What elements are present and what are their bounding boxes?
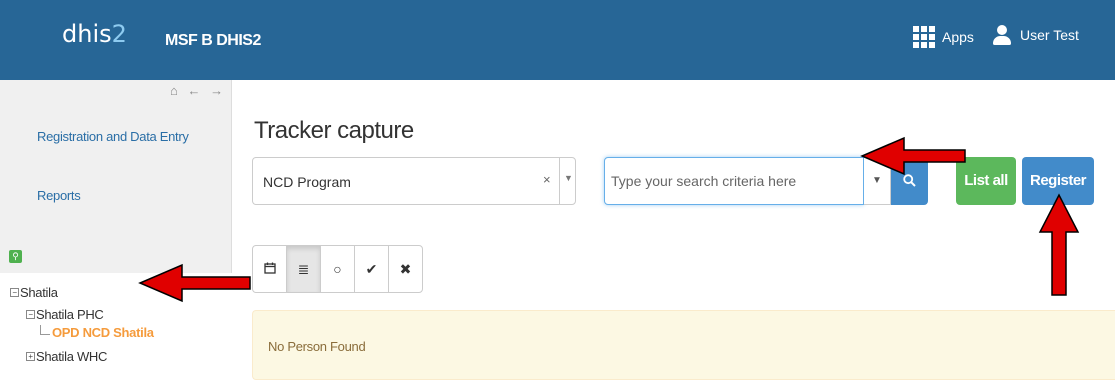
no-results-alert: No Person Found [252,310,1115,380]
tree-search-icon[interactable]: ⚲ [9,250,22,263]
apps-grid-icon [913,26,935,48]
user-label: User Test [1020,27,1079,43]
search-input[interactable] [604,157,864,205]
sidebar-link-reports[interactable]: Reports [37,188,81,203]
sidebar: ⌂ ← → Registration and Data Entry Report… [0,80,232,380]
page-title: Tracker capture [254,117,414,144]
x-icon[interactable]: ✖ [388,245,423,293]
tree-node-label[interactable]: Shatila PHC [36,307,104,322]
chevron-down-icon[interactable]: ▼ [564,173,573,183]
collapse-icon[interactable]: − [26,310,35,319]
tree-node-label[interactable]: Shatila WHC [36,349,107,364]
apps-label: Apps [942,29,974,45]
sidebar-link-registration[interactable]: Registration and Data Entry [37,129,189,144]
tree-node-shatila[interactable]: − Shatila [10,285,58,300]
alert-text: No Person Found [268,339,366,354]
org-unit-tree: − Shatila − Shatila PHC OPD NCD Shatila … [0,273,232,380]
arrow-to-register-annotation [1038,193,1080,296]
clear-icon[interactable]: × [543,172,551,187]
search-icon [903,174,916,187]
view-toggle-group: ≣ ○ ✔ ✖ [252,245,423,293]
tree-node-shatila-phc[interactable]: − Shatila PHC [26,307,104,322]
tree-node-opd-ncd-shatila[interactable]: OPD NCD Shatila [40,324,154,340]
user-menu-button[interactable]: User Test [993,25,1079,45]
circle-icon[interactable]: ○ [320,245,355,293]
instance-title: MSF B DHIS2 [165,32,261,49]
program-select[interactable]: NCD Program × ▼ [252,157,576,205]
apps-menu-button[interactable]: Apps [913,26,974,48]
tree-node-shatila-whc[interactable]: + Shatila WHC [26,349,107,364]
list-icon[interactable]: ≣ [286,245,321,293]
register-button[interactable]: Register [1022,157,1094,205]
tree-node-label[interactable]: Shatila [20,285,58,300]
search-options-dropdown[interactable]: ▼ [864,157,891,205]
collapse-icon[interactable]: − [10,288,19,297]
list-all-button[interactable]: List all [956,157,1016,205]
check-icon[interactable]: ✔ [354,245,389,293]
selected-org-unit[interactable]: OPD NCD Shatila [52,325,154,340]
sidebar-nav-icons[interactable]: ⌂ ← → [170,83,226,98]
calendar-icon[interactable] [252,245,287,293]
expand-icon[interactable]: + [26,352,35,361]
program-select-value: NCD Program [263,174,351,190]
top-header: dhis2 MSF B DHIS2 Apps User Test [0,0,1115,80]
search-button[interactable] [891,157,928,205]
tree-connector [40,324,50,335]
user-icon [993,25,1011,45]
dhis2-logo[interactable]: dhis2 [62,20,127,48]
